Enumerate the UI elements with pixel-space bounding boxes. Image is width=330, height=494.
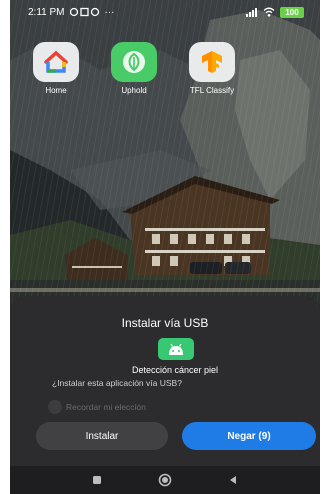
navigation-bar <box>10 466 320 494</box>
dialog-title: Instalar vía USB <box>121 316 209 330</box>
app-label: Uphold <box>121 86 147 95</box>
recent-apps-icon[interactable] <box>92 475 102 485</box>
usb-install-dialog: Instalar vía USB Detección cáncer piel ¿… <box>10 296 320 466</box>
app-label: Home <box>45 86 67 95</box>
tensorflow-icon <box>189 42 235 82</box>
back-icon[interactable] <box>228 475 238 485</box>
battery-icon: 100 <box>280 6 304 18</box>
app-label: TFL Classify <box>189 86 235 95</box>
wifi-icon <box>263 7 275 17</box>
phone-screen: 2:11 PM ··· 100 Home Uphold TFL Classify… <box>10 0 320 494</box>
notification-icons <box>69 7 99 17</box>
signal-icon <box>246 8 257 17</box>
install-button[interactable]: Instalar <box>36 422 168 450</box>
google-home-icon <box>33 42 79 82</box>
deny-button[interactable]: Negar (9) <box>182 422 316 450</box>
dialog-app-name: Detección cáncer piel <box>131 365 219 375</box>
remember-choice-option[interactable]: Recordar mi elección <box>48 400 146 414</box>
home-icon[interactable] <box>158 473 172 487</box>
more-notifications-indicator: ··· <box>104 6 115 18</box>
radio-button[interactable] <box>48 400 62 414</box>
remember-choice-label: Recordar mi elección <box>66 402 146 412</box>
app-uphold[interactable]: Uphold <box>106 42 162 95</box>
status-time: 2:11 PM <box>28 6 65 18</box>
android-icon <box>158 338 194 360</box>
uphold-icon <box>111 42 157 82</box>
app-tfl-classify[interactable]: TFL Classify <box>184 42 240 95</box>
status-bar: 2:11 PM ··· 100 <box>10 0 320 24</box>
dialog-question: ¿Instalar esta aplicación vía USB? <box>52 378 182 388</box>
app-home[interactable]: Home <box>28 42 84 95</box>
